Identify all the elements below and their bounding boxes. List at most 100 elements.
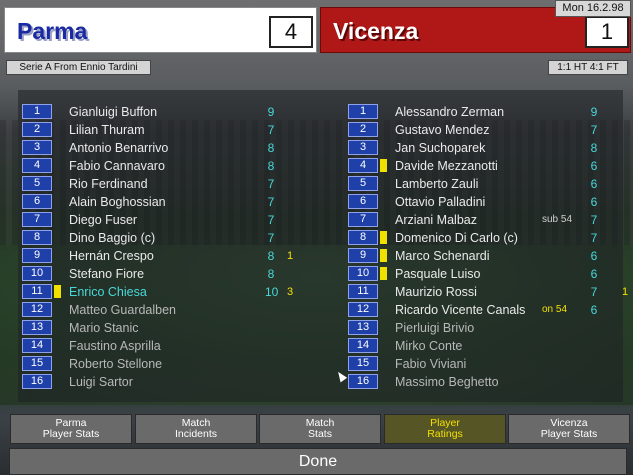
player-row[interactable]: 16 Luigi Sartor	[22, 373, 312, 391]
venue-label: Serie A From Ennio Tardini	[6, 60, 151, 75]
player-row[interactable]: 15 Fabio Viviani	[348, 355, 633, 373]
player-name: Alain Boghossian	[69, 195, 166, 209]
tab-label-line2: Incidents	[174, 428, 218, 440]
shirt-number: 3	[22, 140, 52, 155]
tab-vicenza-player-stats[interactable]: Vicenza Player Stats	[508, 414, 630, 444]
player-row[interactable]: 13 Mario Stanic	[22, 319, 312, 337]
shirt-number: 8	[348, 230, 378, 245]
shirt-number: 15	[348, 356, 378, 371]
shirt-number: 5	[22, 176, 52, 191]
shirt-number: 1	[348, 104, 378, 119]
player-name: Ricardo Vicente Canals	[395, 303, 526, 317]
player-name: Lamberto Zauli	[395, 177, 479, 191]
player-name: Alessandro Zerman	[395, 105, 505, 119]
goals-scored: 1	[622, 286, 629, 298]
player-name: Massimo Beghetto	[395, 375, 499, 389]
player-row[interactable]: 16 Massimo Beghetto	[348, 373, 633, 391]
player-row[interactable]: 14 Mirko Conte	[348, 337, 633, 355]
shirt-number: 8	[22, 230, 52, 245]
away-player-list: 1 Alessandro Zerman 9 2 Gustavo Mendez 7 3 Jan …	[348, 103, 633, 391]
home-team-name: Parma	[17, 18, 88, 44]
player-row[interactable]: 3 Antonio Benarrivo 8	[22, 139, 312, 157]
player-row[interactable]: 12 Matteo Guardalben	[22, 301, 312, 319]
away-team-name: Vicenza	[333, 18, 419, 44]
player-row[interactable]: 8 Dino Baggio (c) 7	[22, 229, 312, 247]
player-row[interactable]: 4 Davide Mezzanotti 6	[348, 157, 633, 175]
player-row[interactable]: 7 Arziani Malbaz sub 54 7	[348, 211, 633, 229]
player-rating: 6	[590, 303, 598, 317]
player-row[interactable]: 6 Ottavio Palladini 6	[348, 193, 633, 211]
tab-label-line2: Stats	[308, 428, 332, 440]
tab-match-stats[interactable]: Match Stats	[259, 414, 381, 444]
game-date: Mon 16.2.98	[555, 0, 631, 17]
player-name: Mirko Conte	[395, 339, 463, 353]
player-row[interactable]: 4 Fabio Cannavaro 8	[22, 157, 312, 175]
substitution-note: on 54	[542, 304, 568, 315]
goals-scored: 3	[287, 286, 294, 298]
player-row[interactable]: 2 Lilian Thuram 7	[22, 121, 312, 139]
shirt-number: 6	[22, 194, 52, 209]
player-rating: 7	[267, 177, 275, 191]
player-name: Faustino Asprilla	[69, 339, 161, 353]
tab-player-ratings[interactable]: Player Ratings	[384, 414, 506, 444]
player-row[interactable]: 2 Gustavo Mendez 7	[348, 121, 633, 139]
player-row[interactable]: 5 Rio Ferdinand 7	[22, 175, 312, 193]
player-name: Maurizio Rossi	[395, 285, 477, 299]
shirt-number: 7	[22, 212, 52, 227]
player-name: Fabio Cannavaro	[69, 159, 165, 173]
tab-parma-player-stats[interactable]: Parma Player Stats	[10, 414, 132, 444]
player-row[interactable]: 15 Roberto Stellone	[22, 355, 312, 373]
home-score: 4	[269, 16, 313, 48]
player-rating: 7	[267, 213, 275, 227]
away-score: 1	[585, 16, 629, 48]
player-row[interactable]: 7 Diego Fuser 7	[22, 211, 312, 229]
shirt-number: 14	[348, 338, 378, 353]
player-row[interactable]: 12 Ricardo Vicente Canals on 54 6	[348, 301, 633, 319]
tab-label-line2: Player Stats	[42, 428, 100, 440]
shirt-number: 16	[348, 374, 378, 389]
player-name: Pierluigi Brivio	[395, 321, 475, 335]
player-row[interactable]: 11 Enrico Chiesa 10 3	[22, 283, 312, 301]
player-rating: 7	[590, 123, 598, 137]
player-row[interactable]: 8 Domenico Di Carlo (c) 7	[348, 229, 633, 247]
shirt-number: 1	[22, 104, 52, 119]
player-rating: 8	[267, 267, 275, 281]
player-rating: 7	[590, 285, 598, 299]
player-row[interactable]: 1 Gianluigi Buffon 9	[22, 103, 312, 121]
tab-match-incidents[interactable]: Match Incidents	[135, 414, 257, 444]
player-rating: 6	[590, 195, 598, 209]
player-row[interactable]: 13 Pierluigi Brivio	[348, 319, 633, 337]
shirt-number: 9	[348, 248, 378, 263]
player-row[interactable]: 3 Jan Suchoparek 8	[348, 139, 633, 157]
yellow-card-icon	[380, 267, 387, 280]
player-row[interactable]: 11 Maurizio Rossi 7 1	[348, 283, 633, 301]
shirt-number: 2	[22, 122, 52, 137]
player-row[interactable]: 5 Lamberto Zauli 6	[348, 175, 633, 193]
player-name: Mario Stanic	[69, 321, 139, 335]
player-row[interactable]: 10 Pasquale Luiso 6	[348, 265, 633, 283]
shirt-number: 13	[348, 320, 378, 335]
shirt-number: 10	[22, 266, 52, 281]
shirt-number: 16	[22, 374, 52, 389]
player-row[interactable]: 9 Hernán Crespo 8 1	[22, 247, 312, 265]
done-button[interactable]: Done	[9, 448, 627, 475]
player-rating: 10	[265, 285, 279, 299]
player-row[interactable]: 10 Stefano Fiore 8	[22, 265, 312, 283]
player-name: Lilian Thuram	[69, 123, 145, 137]
player-rating: 7	[590, 231, 598, 245]
player-name: Gianluigi Buffon	[69, 105, 158, 119]
player-row[interactable]: 6 Alain Boghossian 7	[22, 193, 312, 211]
goals-scored: 1	[287, 250, 294, 262]
player-name: Ottavio Palladini	[395, 195, 486, 209]
player-rating: 7	[267, 231, 275, 245]
shirt-number: 13	[22, 320, 52, 335]
player-row[interactable]: 1 Alessandro Zerman 9	[348, 103, 633, 121]
player-row[interactable]: 14 Faustino Asprilla	[22, 337, 312, 355]
player-row[interactable]: 9 Marco Schenardi 6	[348, 247, 633, 265]
player-rating: 7	[267, 195, 275, 209]
player-name: Stefano Fiore	[69, 267, 145, 281]
tab-label-line2: Player Stats	[540, 428, 598, 440]
player-rating: 8	[267, 141, 275, 155]
shirt-number: 14	[22, 338, 52, 353]
player-rating: 9	[267, 105, 275, 119]
